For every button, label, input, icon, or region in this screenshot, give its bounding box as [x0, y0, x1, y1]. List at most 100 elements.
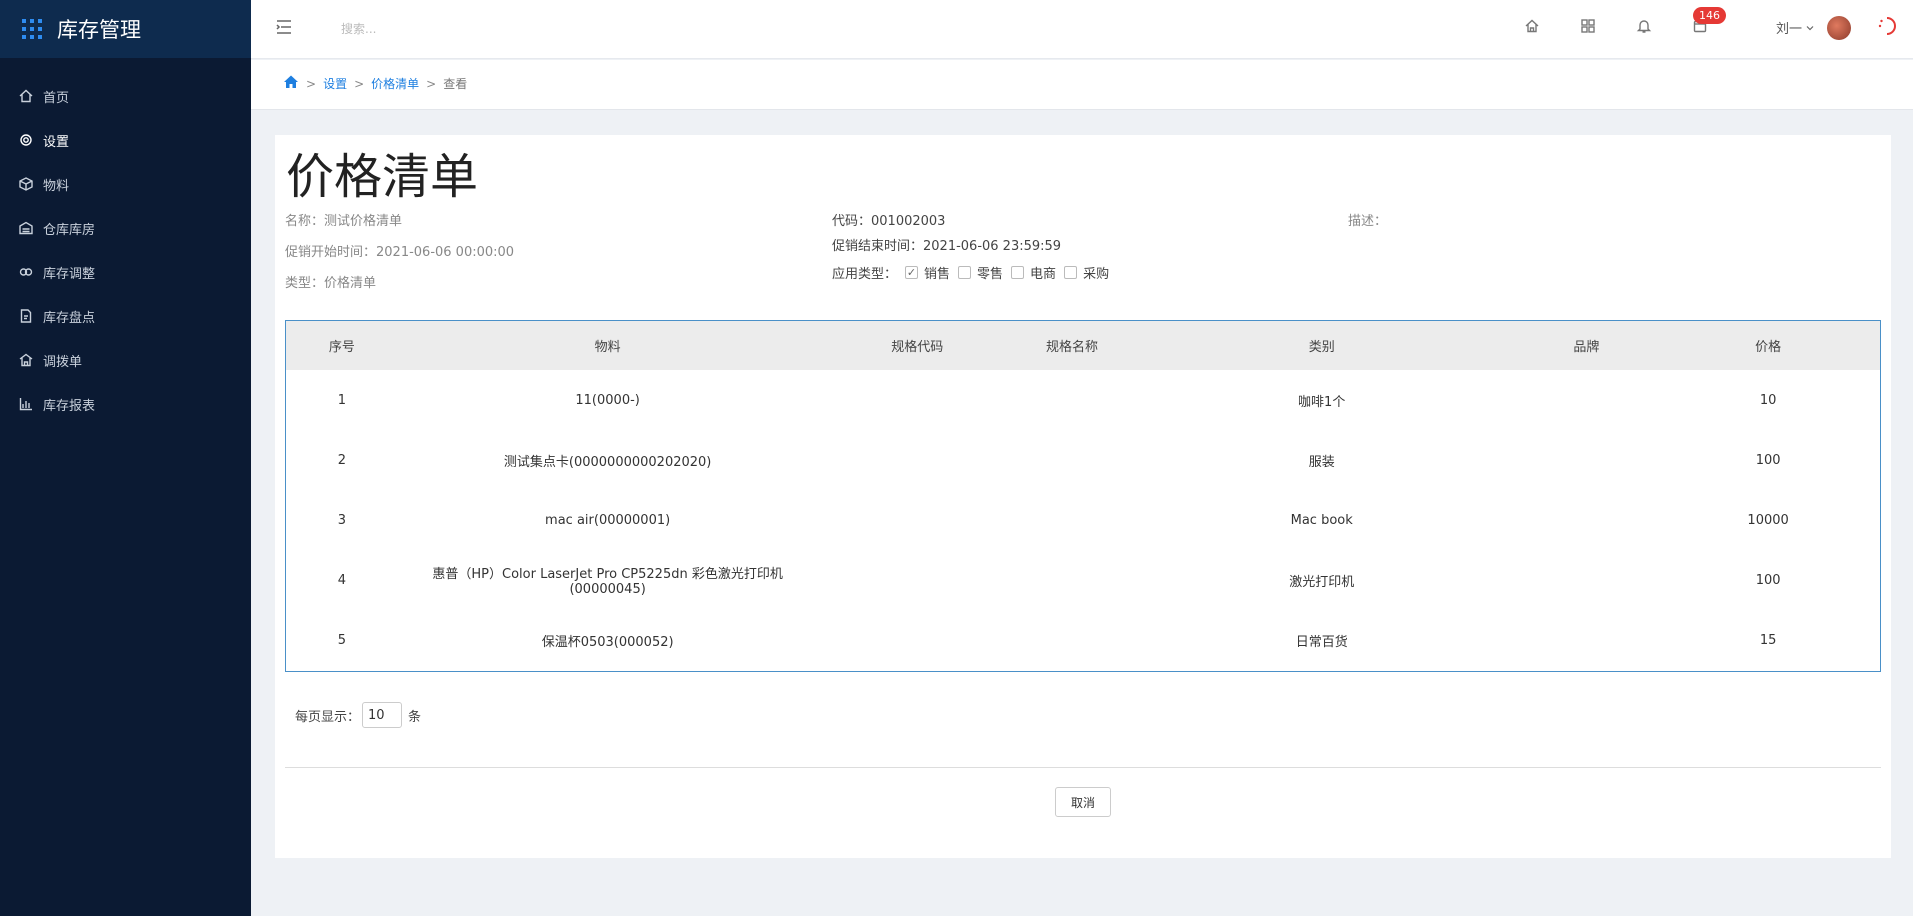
apply-type-group: 应用类型： ✓ 销售 零售 电商 采购	[832, 263, 1109, 282]
avatar[interactable]	[1827, 16, 1851, 40]
table-cell	[1017, 430, 1127, 490]
sidebar-item-materials[interactable]: 物料	[0, 162, 251, 206]
column-header: 品牌	[1573, 340, 1600, 355]
table-cell: 100	[1755, 572, 1781, 588]
sidebar-item-stock-adjust[interactable]: 库存调整	[0, 250, 251, 294]
table-cell: 惠普（HP）Color LaserJet Pro CP5225dn 彩色激光打印…	[432, 567, 783, 597]
sidebar-item-label: 库存盘点	[43, 310, 96, 326]
table-cell: 11(0000-)	[575, 392, 640, 408]
description-field: 描述：	[1348, 214, 1388, 229]
content-panel: 价格清单 名称：测试价格清单 促销开始时间：2021-06-06 00:00:0…	[275, 135, 1891, 858]
sidebar-item-label: 库存报表	[43, 398, 96, 414]
table-row: 4 惠普（HP）Color LaserJet Pro CP5225dn 彩色激光…	[286, 550, 1880, 610]
table-cell: 测试集点卡(0000000000202020)	[503, 454, 712, 470]
checkbox-label: 零售	[977, 267, 1004, 282]
table-cell	[817, 490, 1017, 550]
breadcrumb-settings[interactable]: 设置	[323, 75, 347, 92]
sidebar-item-transfer[interactable]: 调拨单	[0, 338, 251, 382]
apps-grid-icon	[22, 19, 42, 39]
inventory-check-icon	[19, 309, 33, 323]
code-field: 代码：001002003	[832, 214, 946, 229]
table-header-row: 序号 物料 规格代码 规格名称 类别 品牌 价格	[286, 321, 1880, 370]
cancel-button[interactable]: 取消	[1055, 787, 1111, 817]
table-cell	[1017, 550, 1127, 610]
notification-badge: 146	[1693, 7, 1726, 24]
table-cell	[817, 370, 1017, 430]
breadcrumb-separator: >	[426, 76, 437, 91]
breadcrumb-separator: >	[306, 76, 317, 91]
table-cell	[1516, 490, 1656, 550]
search-input[interactable]	[341, 16, 641, 42]
table-cell: 5	[337, 632, 347, 648]
box-icon	[19, 177, 33, 191]
table-cell: 10	[1759, 392, 1777, 408]
adjust-icon	[19, 265, 33, 279]
table-cell	[817, 430, 1017, 490]
user-name: 刘一	[1776, 22, 1803, 37]
page-size-control: 每页显示： 条	[295, 702, 421, 728]
table-row: 5 保温杯0503(000052) 日常百货 15	[286, 610, 1880, 670]
type-field: 类型：价格清单	[285, 276, 377, 291]
bell-icon[interactable]	[1636, 18, 1654, 36]
column-header: 规格代码	[891, 340, 944, 355]
column-header: 规格名称	[1046, 340, 1099, 355]
menu-toggle-icon[interactable]	[275, 18, 293, 36]
table-cell: Mac book	[1290, 512, 1353, 528]
table-cell	[1017, 610, 1127, 670]
table-cell	[1516, 550, 1656, 610]
table-cell: 保温杯0503(000052)	[541, 634, 674, 650]
page-size-label: 每页显示：	[295, 709, 361, 725]
checkbox-label: 电商	[1030, 267, 1057, 282]
table-cell: 日常百货	[1295, 634, 1348, 650]
table-cell: 4	[337, 572, 347, 588]
home-icon[interactable]	[283, 74, 299, 93]
table-cell: 咖啡1个	[1298, 394, 1346, 410]
breadcrumb-bar	[251, 60, 1913, 110]
table-cell: 激光打印机	[1289, 574, 1355, 590]
apply-type-label: 应用类型：	[832, 267, 898, 282]
table-cell: 10000	[1747, 512, 1789, 528]
sidebar-item-stock-report[interactable]: 库存报表	[0, 382, 251, 426]
table-cell: 3	[337, 512, 347, 528]
table-row: 1 11(0000-) 咖啡1个 10	[286, 370, 1880, 430]
checkbox-purchase[interactable]	[1064, 266, 1078, 279]
breadcrumb-separator: >	[354, 76, 365, 91]
sidebar-item-home[interactable]: 首页	[0, 74, 251, 118]
table-cell	[1516, 370, 1656, 430]
sidebar-item-label: 设置	[43, 134, 70, 150]
checkbox-sales[interactable]: ✓	[905, 266, 919, 279]
table-cell: 2	[337, 452, 347, 468]
sidebar-item-label: 仓库库房	[43, 222, 96, 238]
breadcrumb-price-list[interactable]: 价格清单	[371, 75, 419, 92]
sidebar-menu: 首页 设置 物料 仓库库房 库存调整 库存盘点 调拨单 库存报表	[0, 74, 251, 426]
home-icon[interactable]	[1524, 18, 1542, 36]
sidebar: 库存管理 首页 设置 物料 仓库库房 库存调整 库存盘点 调拨单 库存报表	[0, 0, 251, 916]
sidebar-item-label: 物料	[43, 178, 70, 194]
top-header	[251, 0, 1913, 59]
checkbox-ecommerce[interactable]	[1011, 266, 1025, 279]
table-cell	[817, 610, 1017, 670]
column-header: 价格	[1755, 340, 1782, 355]
sidebar-item-stock-check[interactable]: 库存盘点	[0, 294, 251, 338]
sidebar-item-settings[interactable]: 设置	[0, 118, 251, 162]
table-cell	[1017, 370, 1127, 430]
warehouse-icon	[19, 221, 33, 235]
column-header: 序号	[328, 340, 355, 355]
table-cell	[1516, 430, 1656, 490]
checkbox-retail[interactable]	[958, 266, 972, 279]
page-size-input[interactable]	[362, 702, 403, 728]
sidebar-item-label: 调拨单	[43, 354, 83, 370]
apps-icon[interactable]	[1580, 18, 1598, 36]
column-header: 类别	[1308, 340, 1335, 355]
table-cell	[817, 550, 1017, 610]
loading-spinner-icon	[1878, 17, 1897, 35]
sidebar-item-warehouse[interactable]: 仓库库房	[0, 206, 251, 250]
brand[interactable]: 库存管理	[0, 0, 251, 58]
sidebar-item-label: 首页	[43, 90, 70, 106]
breadcrumb-current: 查看	[443, 77, 468, 91]
start-time-field: 促销开始时间：2021-06-06 00:00:00	[285, 245, 515, 260]
table-row: 2 测试集点卡(0000000000202020) 服装 100	[286, 430, 1880, 490]
user-menu[interactable]: 刘一	[1776, 18, 1814, 37]
checkbox-label: 采购	[1083, 267, 1110, 282]
table-cell: 100	[1755, 452, 1781, 468]
